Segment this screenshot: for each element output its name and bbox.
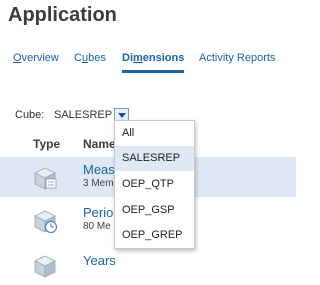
dimension-name-link[interactable]: Years	[83, 253, 116, 268]
dropdown-option-oep-grep[interactable]: OEP_GREP	[115, 223, 194, 248]
tab-dimensions-mnemonic: m	[133, 52, 143, 64]
dropdown-option-oep-qtp[interactable]: OEP_QTP	[115, 172, 194, 197]
tab-cubes-label-start: C	[74, 52, 82, 64]
dimension-member-count: 80 Me	[83, 221, 111, 232]
dimension-name-link[interactable]: Perio	[83, 205, 113, 220]
tab-overview[interactable]: Overview	[13, 52, 59, 64]
cube-dimension-icon	[34, 255, 56, 278]
column-header-type[interactable]: Type	[33, 137, 60, 151]
time-dimension-icon	[34, 210, 57, 233]
cube-dropdown-menu: All SALESREP OEP_QTP OEP_GSP OEP_GREP	[114, 120, 195, 249]
dropdown-option-oep-gsp[interactable]: OEP_GSP	[115, 198, 194, 223]
app-title: Application	[8, 4, 117, 26]
tab-bar: Overview Cubes Dimensions Activity Repor…	[0, 48, 296, 74]
cube-label: Cube:	[15, 109, 45, 121]
dimension-name-link[interactable]: Meas	[83, 162, 115, 177]
cube-select-value[interactable]: SALESREP	[54, 109, 112, 121]
tab-overview-label: verview	[21, 52, 59, 64]
cube-dimension-icon	[34, 167, 57, 190]
tab-cubes-label-end: bes	[88, 52, 106, 64]
table-row[interactable]: Years	[0, 245, 296, 285]
tab-cubes[interactable]: Cubes	[74, 52, 106, 64]
dropdown-option-all[interactable]: All	[115, 121, 194, 146]
tab-dimensions-label-end: ensions	[142, 52, 185, 64]
tab-activity-reports[interactable]: Activity Reports	[199, 52, 275, 64]
dimension-member-count: 3 Mem	[83, 178, 114, 189]
tab-overview-mnemonic: O	[13, 52, 22, 64]
active-tab-indicator	[122, 70, 184, 73]
tab-dimensions-label-start: Di	[122, 52, 133, 64]
dropdown-option-salesrep[interactable]: SALESREP	[115, 146, 194, 171]
column-header-name[interactable]: Name	[83, 137, 116, 151]
tab-dimensions[interactable]: Dimensions	[122, 52, 184, 64]
